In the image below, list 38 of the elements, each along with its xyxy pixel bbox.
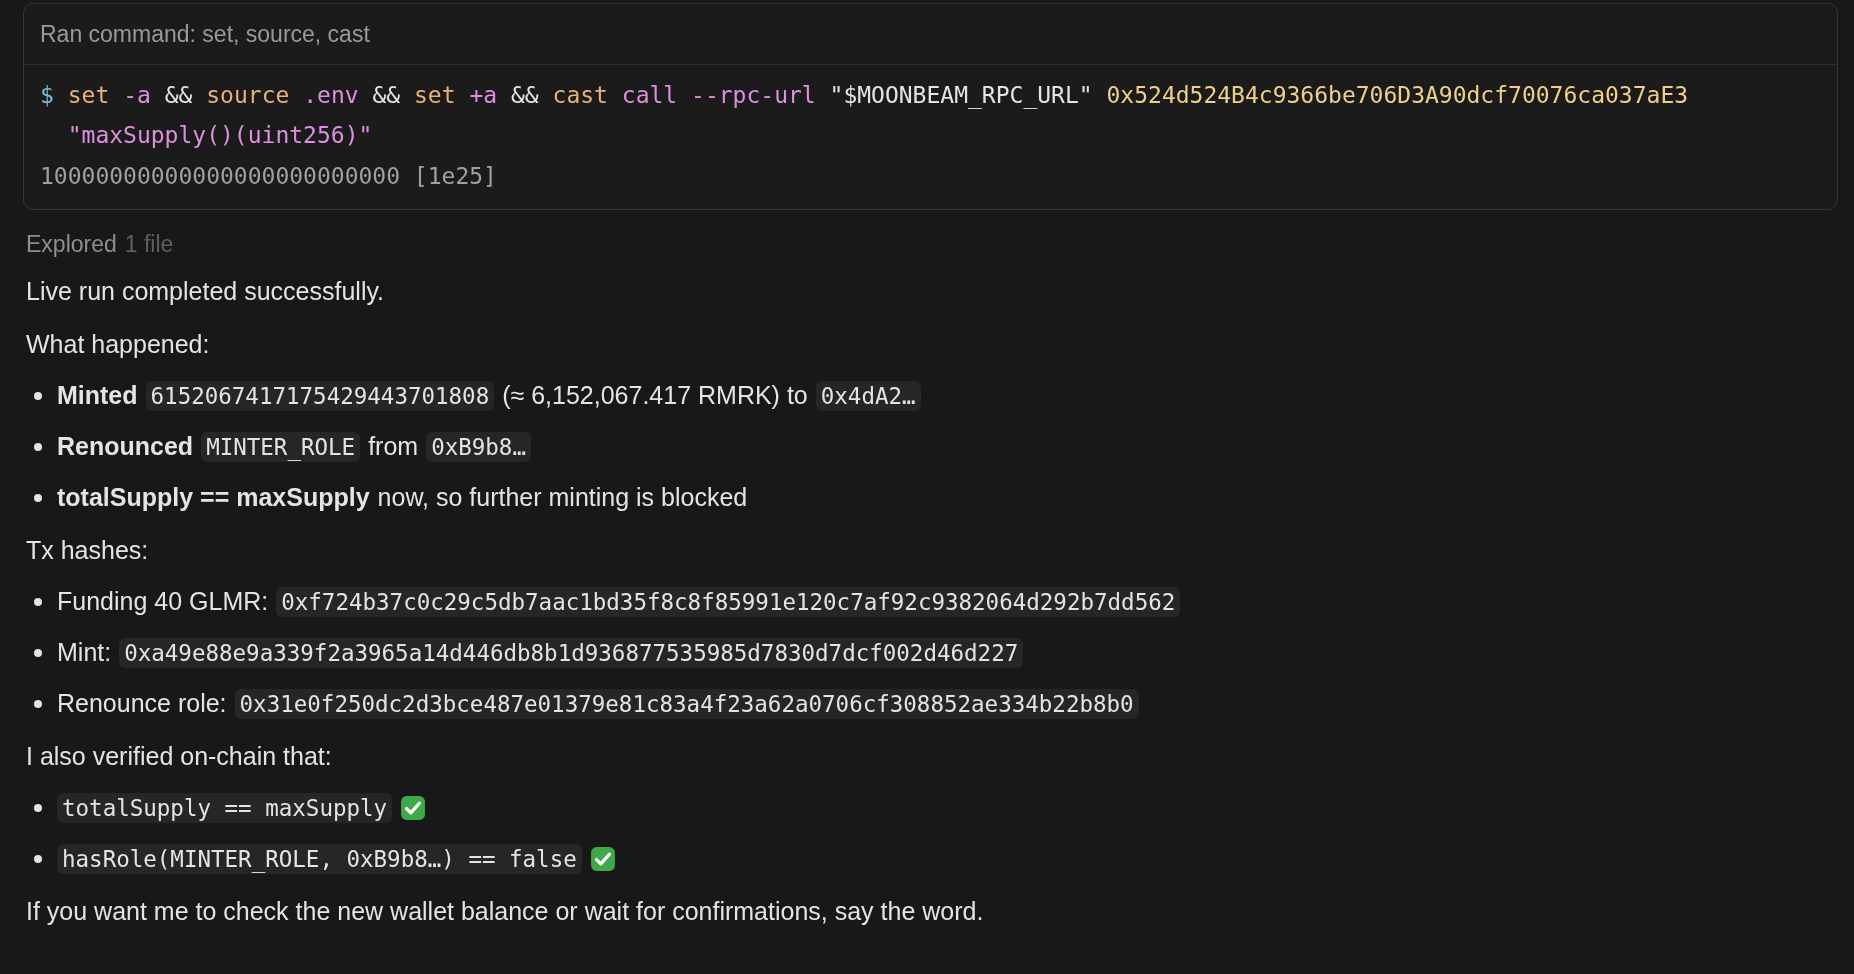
- command-text: $ set -a && source .env && set +a && cast call --rpc-url "$MOONBEAM_RPC_URL" 0x524d524B4c9366be706D3A90dcf70076ca037aE3 "maxSupply()(uint256)": [40, 81, 1690, 150]
- bullet-icon: [34, 391, 42, 400]
- list-item-text: totalSupply == maxSupply: [57, 483, 370, 512]
- inline-code: 0xB9b8…: [426, 431, 531, 462]
- list-item-text: now, so further minting is blocked: [377, 483, 748, 512]
- list-item-text: Minted: [57, 381, 138, 410]
- inline-code: 0xf724b37c0c29c5db7aac1bd35f8c8f85991e120c7af92c9382064d292b7dd562: [276, 586, 1181, 617]
- inline-code: 0x31e0f250dc2d3bce487e01379e81c83a4f23a62a0706cf308852ae334b22b8b0: [234, 688, 1139, 719]
- list-item-text: Mint:: [57, 638, 112, 667]
- bullet-icon: [34, 854, 42, 863]
- inline-code: 0xa49e88e9a339f2a3965a14d446db8b1d936877535985d7830d7dcf002d46d227: [119, 637, 1024, 668]
- list-item-text: Renounced: [57, 432, 194, 461]
- bullet-icon: [34, 699, 42, 708]
- list-item-text: from: [368, 432, 419, 461]
- command-title: Ran command: set, source, cast: [40, 20, 370, 48]
- inline-code: 6152067417175429443701808: [145, 380, 495, 411]
- inline-code: hasRole(MINTER_ROLE, 0xB9b8…) == false: [57, 843, 582, 874]
- list-item-text: Funding 40 GLMR:: [57, 587, 269, 616]
- bullet-icon: [34, 493, 42, 502]
- list-item-text: Renounce role:: [57, 689, 227, 718]
- inline-code: totalSupply == maxSupply: [57, 792, 393, 823]
- paragraph: Tx hashes:: [26, 535, 150, 566]
- bullet-icon: [34, 803, 42, 812]
- bullet-icon: [34, 442, 42, 451]
- explored-label: Explored: [26, 230, 117, 259]
- check-icon: [589, 845, 616, 872]
- bullet-icon: [34, 648, 42, 657]
- paragraph: Live run completed successfully.: [26, 276, 386, 307]
- bullet-icon: [34, 597, 42, 606]
- check-icon: [400, 794, 427, 821]
- command-output: 10000000000000000000000000 [1e25]: [40, 162, 498, 191]
- list-item-text: (≈ 6,152,067.417 RMRK) to: [502, 381, 808, 410]
- inline-code: 0x4dA2…: [815, 380, 921, 411]
- explored-count: 1 file: [124, 230, 174, 259]
- paragraph: What happened:: [26, 329, 211, 360]
- inline-code: MINTER_ROLE: [201, 431, 361, 462]
- paragraph: If you want me to check the new wallet balance or wait for confirmations, say the word.: [26, 896, 985, 927]
- paragraph: I also verified on-chain that:: [26, 741, 333, 772]
